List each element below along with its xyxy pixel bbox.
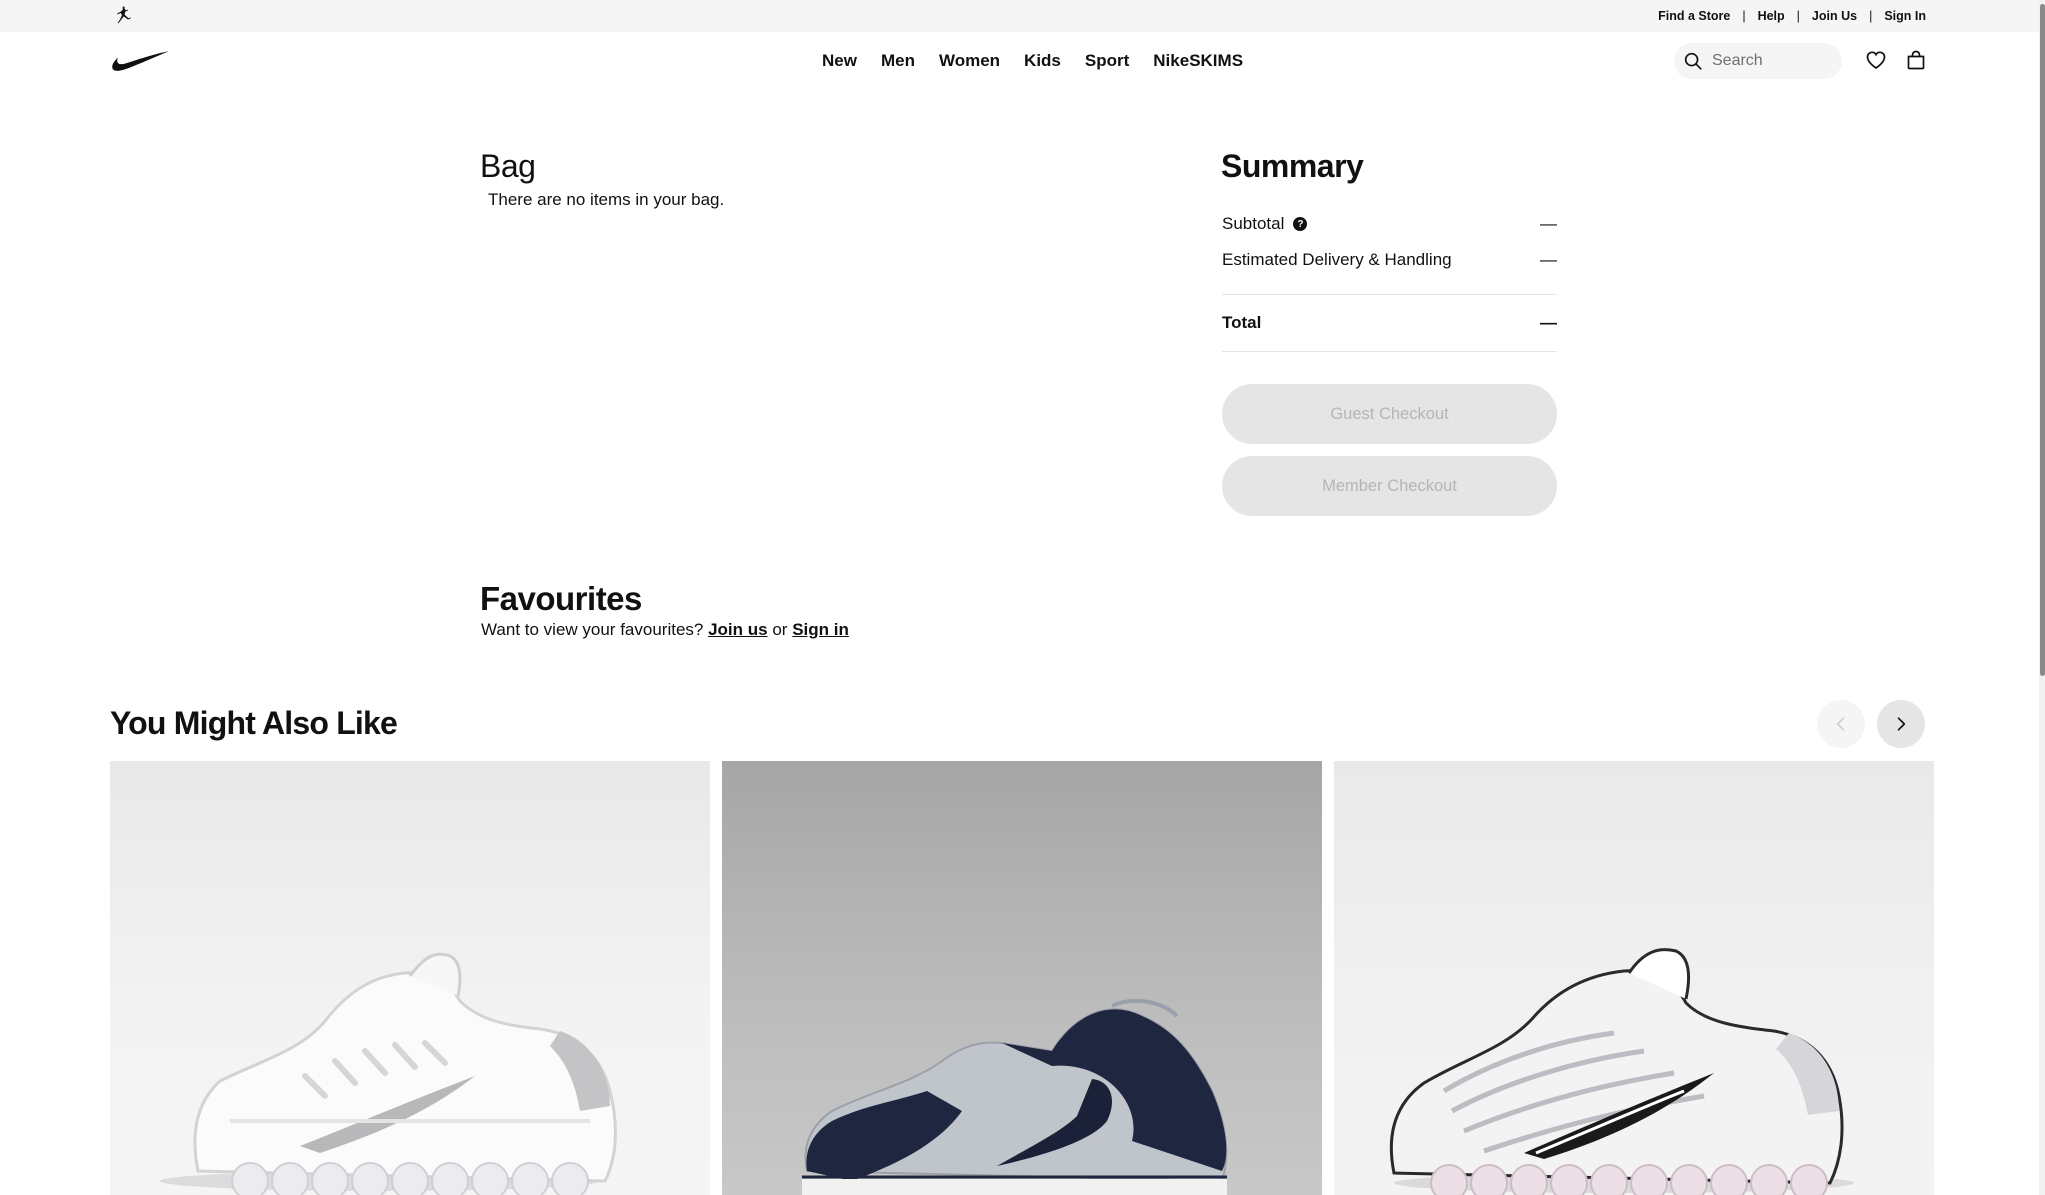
nav-item-nikeskims[interactable]: NikeSKIMS bbox=[1153, 51, 1243, 71]
jumpman-icon[interactable] bbox=[112, 4, 134, 26]
scrollbar-thumb[interactable] bbox=[2040, 4, 2045, 676]
subtotal-label-wrap: Subtotal ? bbox=[1222, 214, 1308, 234]
subtotal-value: — bbox=[1540, 214, 1557, 233]
nav-item-kids[interactable]: Kids bbox=[1024, 51, 1061, 71]
join-us-link[interactable]: Join Us bbox=[1812, 9, 1857, 23]
summary-divider bbox=[1222, 351, 1557, 352]
heart-icon[interactable] bbox=[1864, 48, 1888, 72]
nike-swoosh-icon[interactable] bbox=[110, 48, 170, 72]
product-image bbox=[802, 998, 1228, 1195]
favourites-title: Favourites bbox=[480, 580, 642, 617]
nav-item-women[interactable]: Women bbox=[939, 51, 1000, 71]
sign-in-link[interactable]: Sign In bbox=[1884, 9, 1926, 23]
main-nav: New Men Women Kids Sport NikeSKIMS bbox=[822, 32, 1267, 90]
separator: | bbox=[1742, 9, 1746, 23]
chevron-left-icon bbox=[1836, 717, 1845, 731]
carousel-next-button[interactable] bbox=[1877, 700, 1925, 748]
search-box[interactable] bbox=[1674, 43, 1842, 79]
nav-item-new[interactable]: New bbox=[822, 51, 857, 71]
utility-bar: Find a Store | Help | Join Us | Sign In bbox=[0, 0, 2045, 32]
product-image bbox=[1389, 948, 1854, 1195]
product-card[interactable] bbox=[1334, 761, 1934, 1195]
member-checkout-button[interactable]: Member Checkout bbox=[1222, 456, 1557, 516]
total-value: — bbox=[1540, 313, 1557, 332]
chevron-right-icon bbox=[1897, 717, 1906, 731]
carousel-prev-button[interactable] bbox=[1817, 700, 1865, 748]
summary-title: Summary bbox=[1221, 148, 1364, 184]
page: Find a Store | Help | Join Us | Sign In … bbox=[0, 0, 2045, 1195]
search-icon[interactable] bbox=[1682, 50, 1704, 72]
delivery-value: — bbox=[1540, 250, 1557, 269]
question-icon[interactable]: ? bbox=[1293, 217, 1308, 231]
separator: | bbox=[1869, 9, 1873, 23]
join-us-link[interactable]: Join us bbox=[708, 620, 768, 639]
total-row: Total — bbox=[1222, 311, 1557, 335]
utility-links: Find a Store | Help | Join Us | Sign In bbox=[1658, 0, 1926, 32]
subtotal-label: Subtotal bbox=[1222, 214, 1285, 233]
bag-icon[interactable] bbox=[1904, 48, 1928, 72]
or-text: or bbox=[772, 620, 788, 639]
subtotal-row: Subtotal ? — bbox=[1222, 212, 1557, 236]
bag-title: Bag bbox=[480, 148, 536, 184]
sign-in-link[interactable]: Sign in bbox=[792, 620, 849, 639]
product-card[interactable] bbox=[722, 761, 1322, 1195]
guest-checkout-button[interactable]: Guest Checkout bbox=[1222, 384, 1557, 444]
product-image bbox=[160, 952, 617, 1195]
recommendations-title: You Might Also Like bbox=[110, 705, 398, 741]
delivery-row: Estimated Delivery & Handling — bbox=[1222, 248, 1557, 272]
separator: | bbox=[1796, 9, 1800, 23]
summary-divider bbox=[1222, 294, 1557, 295]
header: New Men Women Kids Sport NikeSKIMS bbox=[0, 32, 2045, 90]
search-input[interactable] bbox=[1712, 49, 1832, 73]
help-link[interactable]: Help bbox=[1758, 9, 1785, 23]
nav-item-men[interactable]: Men bbox=[881, 51, 915, 71]
total-label: Total bbox=[1222, 313, 1262, 332]
favourites-prompt-text: Want to view your favourites? bbox=[481, 620, 704, 639]
nav-item-sport[interactable]: Sport bbox=[1085, 51, 1129, 71]
bag-empty-message: There are no items in your bag. bbox=[488, 190, 725, 209]
product-card[interactable] bbox=[110, 761, 710, 1195]
delivery-label: Estimated Delivery & Handling bbox=[1222, 250, 1452, 269]
favourites-prompt: Want to view your favourites? Join us or… bbox=[481, 620, 849, 640]
find-a-store-link[interactable]: Find a Store bbox=[1658, 9, 1730, 23]
